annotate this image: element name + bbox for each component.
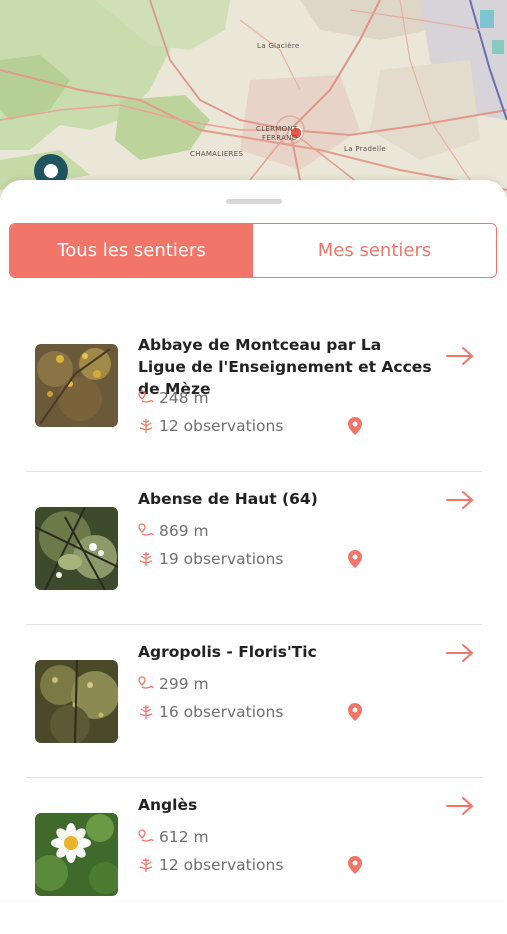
- trail-thumbnail: [35, 507, 118, 590]
- location-pin-icon[interactable]: [346, 416, 364, 436]
- trail-distance-value: 299 m: [159, 675, 209, 693]
- trail-thumbnail: [35, 344, 118, 427]
- trail-tabs: Tous les sentiers Mes sentiers: [9, 223, 497, 278]
- divider: [26, 624, 482, 625]
- trail-title: Abense de Haut (64): [138, 490, 318, 508]
- drag-handle[interactable]: [226, 199, 282, 204]
- trail-observations: 16 observations: [138, 702, 283, 722]
- arrow-right-icon[interactable]: [445, 795, 475, 817]
- route-pin-icon: [138, 390, 154, 406]
- trail-distance: 869 m: [138, 521, 209, 541]
- tab-my-trails[interactable]: Mes sentiers: [253, 224, 496, 277]
- trail-list-item[interactable]: Abbaye de Montceau par La Ligue de l'Ens…: [0, 313, 507, 465]
- trail-list-item[interactable]: Agropolis - Floris'Tic 299 m 16 observat…: [0, 629, 507, 781]
- divider: [26, 777, 482, 778]
- trail-title: Anglès: [138, 796, 198, 814]
- trail-distance-value: 248 m: [159, 389, 209, 407]
- location-pin-icon[interactable]: [346, 855, 364, 875]
- divider: [26, 471, 482, 472]
- trail-distance-value: 612 m: [159, 828, 209, 846]
- trail-observations-value: 12 observations: [159, 417, 284, 435]
- location-pin-icon[interactable]: [346, 702, 364, 722]
- arrow-right-icon[interactable]: [445, 345, 475, 367]
- flower-icon: [138, 551, 154, 567]
- trail-title: Agropolis - Floris'Tic: [138, 643, 317, 661]
- trail-list-item[interactable]: Anglès 612 m 12 observations: [0, 782, 507, 934]
- flower-icon: [138, 857, 154, 873]
- trail-distance: 299 m: [138, 674, 209, 694]
- trail-observations-value: 12 observations: [159, 856, 284, 874]
- trails-sheet: Tous les sentiers Mes sentiers Abbaye de…: [0, 180, 507, 900]
- trail-observations: 12 observations: [138, 416, 283, 436]
- trail-distance: 248 m: [138, 388, 209, 408]
- flower-icon: [138, 418, 154, 434]
- map-label-chamalieres: CHAMALIERES: [190, 150, 244, 158]
- location-pin-icon[interactable]: [346, 549, 364, 569]
- trail-list-item[interactable]: Abense de Haut (64) 869 m 19 observation…: [0, 476, 507, 628]
- map-label-clermont: CLERMONT-: [256, 125, 300, 133]
- trail-observations: 12 observations: [138, 855, 283, 875]
- route-pin-icon: [138, 676, 154, 692]
- trail-distance: 612 m: [138, 827, 209, 847]
- route-pin-icon: [138, 829, 154, 845]
- trail-thumbnail: [35, 813, 118, 896]
- route-pin-icon: [138, 523, 154, 539]
- flower-icon: [138, 704, 154, 720]
- map-label-ferrand: FERRAND: [262, 134, 298, 142]
- trail-observations: 19 observations: [138, 549, 283, 569]
- arrow-right-icon[interactable]: [445, 642, 475, 664]
- map-label-glaciere: La Glacière: [257, 42, 300, 50]
- trail-observations-value: 19 observations: [159, 550, 284, 568]
- trail-observations-value: 16 observations: [159, 703, 284, 721]
- trail-thumbnail: [35, 660, 118, 743]
- arrow-right-icon[interactable]: [445, 489, 475, 511]
- map-label-pradelle: La Pradelle: [344, 145, 386, 153]
- tab-all-trails[interactable]: Tous les sentiers: [10, 224, 253, 277]
- trail-distance-value: 869 m: [159, 522, 209, 540]
